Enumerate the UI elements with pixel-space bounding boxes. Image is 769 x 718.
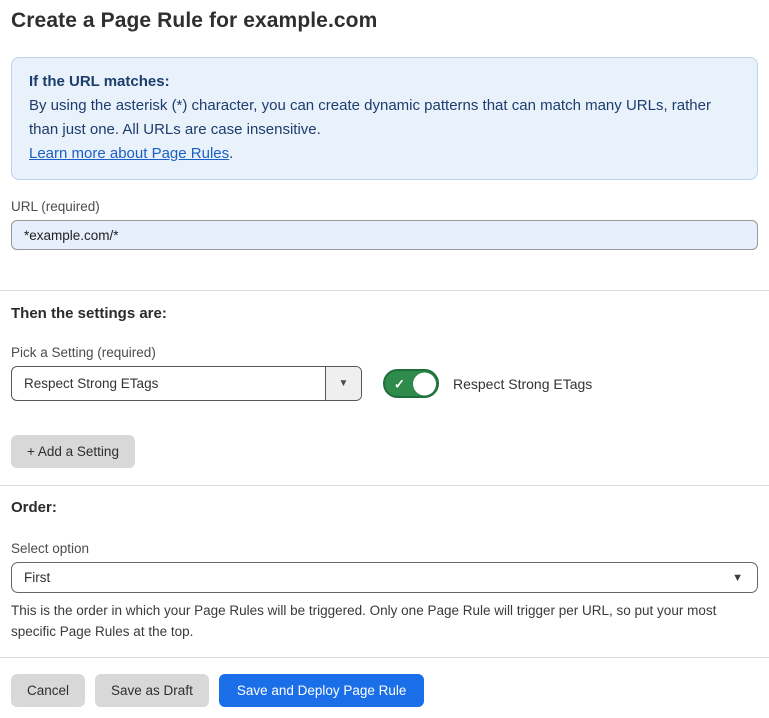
save-draft-button[interactable]: Save as Draft: [95, 674, 209, 707]
url-input[interactable]: [11, 220, 758, 250]
setting-row: Respect Strong ETags ▼ ✓ Respect Strong …: [11, 366, 758, 401]
toggle-knob: [413, 372, 436, 395]
info-box-body-text: By using the asterisk (*) character, you…: [29, 97, 711, 138]
section-divider: [0, 485, 769, 486]
setting-toggle[interactable]: ✓: [383, 369, 439, 398]
checkmark-icon: ✓: [394, 377, 405, 390]
chevron-down-icon: ▼: [732, 572, 743, 584]
order-dropdown-value: First: [24, 570, 50, 585]
footer-actions: Cancel Save as Draft Save and Deploy Pag…: [11, 674, 758, 707]
setting-dropdown-value: Respect Strong ETags: [12, 367, 325, 400]
setting-dropdown[interactable]: Respect Strong ETags ▼: [11, 366, 362, 401]
info-box-link-line: Learn more about Page Rules.: [29, 142, 740, 166]
order-select-label: Select option: [11, 541, 758, 556]
cancel-button[interactable]: Cancel: [11, 674, 85, 707]
link-suffix: .: [229, 145, 233, 162]
page-title: Create a Page Rule for example.com: [11, 9, 758, 33]
learn-more-link[interactable]: Learn more about Page Rules: [29, 145, 229, 162]
save-deploy-button[interactable]: Save and Deploy Page Rule: [219, 674, 425, 707]
settings-section-heading: Then the settings are:: [11, 305, 758, 322]
add-setting-button[interactable]: + Add a Setting: [11, 435, 135, 468]
url-match-info-box: If the URL matches: By using the asteris…: [11, 57, 758, 180]
chevron-down-icon[interactable]: ▼: [325, 367, 361, 400]
pick-setting-label: Pick a Setting (required): [11, 345, 758, 360]
order-help-text: This is the order in which your Page Rul…: [11, 600, 756, 642]
order-dropdown[interactable]: First ▼: [11, 562, 758, 593]
setting-toggle-label: Respect Strong ETags: [453, 376, 592, 392]
info-box-heading: If the URL matches:: [29, 70, 740, 94]
info-box-body: By using the asterisk (*) character, you…: [29, 94, 740, 142]
section-divider: [0, 290, 769, 291]
url-field-label: URL (required): [11, 199, 758, 214]
order-section-heading: Order:: [11, 499, 758, 516]
create-page-rule-panel: Create a Page Rule for example.com If th…: [0, 0, 769, 718]
footer-divider: [0, 657, 769, 658]
